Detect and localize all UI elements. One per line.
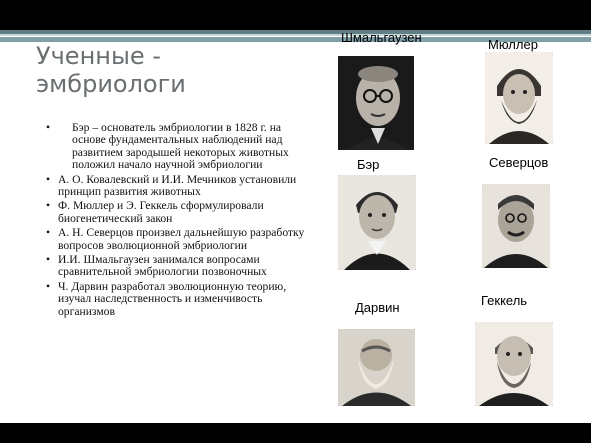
bullet-item: И.И. Шмальгаузен занимался вопросами сра…	[46, 253, 311, 279]
slide: Ученные - эмбриологи Бэр – основатель эм…	[0, 0, 591, 443]
shmalgauzen-portrait-image	[338, 56, 414, 150]
gekkel-portrait	[475, 322, 553, 406]
shmalgauzen-portrait	[338, 56, 414, 150]
ber-portrait-image	[338, 175, 416, 270]
portrait-label-severtsov: Северцов	[489, 155, 549, 170]
myuller-portrait	[485, 52, 553, 144]
bullet-item: А. Н. Северцов произвел дальнейшую разра…	[46, 227, 311, 252]
ber-portrait	[338, 175, 416, 270]
header-stripe-light	[0, 34, 591, 36]
bottom-black-band	[0, 423, 591, 443]
portrait-label-shmalgauzen: Шмальгаузен	[341, 30, 422, 45]
gekkel-portrait-image	[475, 322, 553, 406]
bullet-list: Бэр – основатель эмбриологии в 1828 г. н…	[46, 121, 311, 318]
bullet-item: А. О. Ковалевский и И.И. Мечников устано…	[46, 173, 311, 199]
portrait-label-ber: Бэр	[357, 157, 380, 172]
top-black-band	[0, 0, 591, 30]
severtsov-portrait-image	[482, 184, 550, 268]
bullet-item: Ф. Мюллер и Э. Геккель сформулировали би…	[46, 200, 311, 225]
darvin-portrait-image	[338, 329, 415, 406]
bullet-list-container: Бэр – основатель эмбриологии в 1828 г. н…	[46, 121, 311, 320]
bullet-item: Бэр – основатель эмбриологии в 1828 г. н…	[46, 121, 311, 172]
portrait-label-darvin: Дарвин	[355, 300, 400, 315]
bullet-item: Ч. Дарвин разработал эволюционную теорию…	[46, 280, 311, 318]
myuller-portrait-image	[485, 52, 553, 144]
slide-title: Ученные - эмбриологи	[36, 42, 186, 98]
darvin-portrait	[338, 329, 415, 406]
severtsov-portrait	[482, 184, 550, 268]
portrait-label-gekkel: Геккель	[481, 293, 528, 308]
portrait-label-myuller: Мюллер	[488, 37, 538, 52]
